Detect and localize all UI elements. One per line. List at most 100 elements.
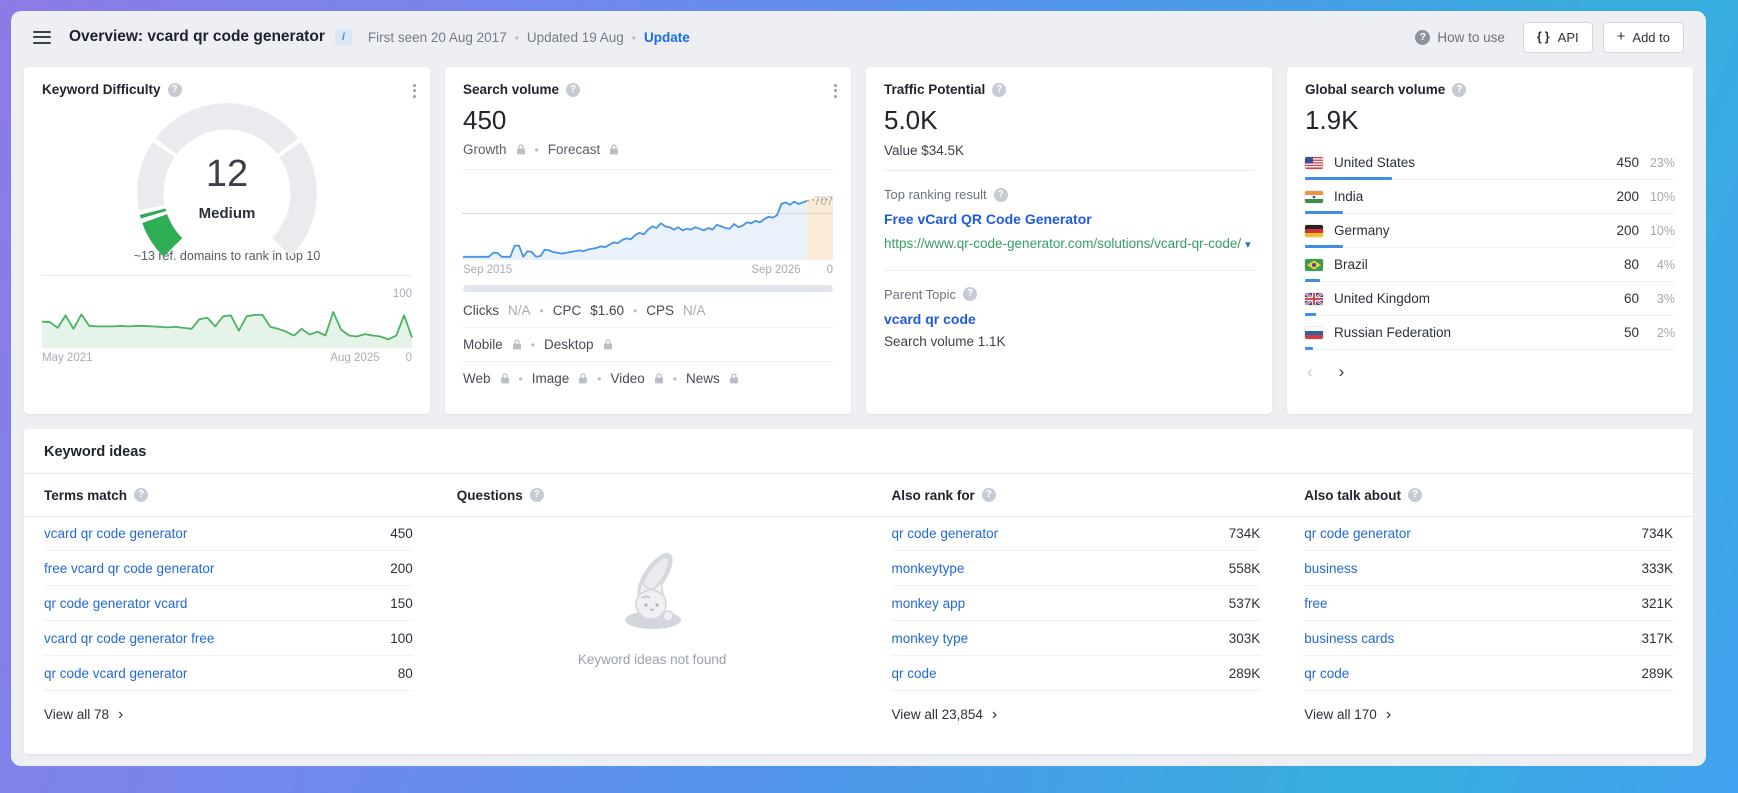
keyword-link[interactable]: monkey app <box>892 596 966 611</box>
table-row: free321K <box>1304 586 1673 621</box>
kd-history-ymax: 100 <box>393 288 412 300</box>
question-icon[interactable] <box>1408 488 1422 502</box>
question-icon[interactable] <box>134 488 148 502</box>
sv-ymax: 707 <box>814 196 833 208</box>
app-window: Overview: vcard qr code generator i Firs… <box>11 11 1706 766</box>
growth-toggle[interactable]: Growth <box>463 142 507 157</box>
empty-state-illustration <box>597 542 707 638</box>
kebab-menu-icon[interactable] <box>834 81 837 100</box>
video-toggle[interactable]: Video <box>610 371 644 386</box>
question-icon[interactable] <box>994 188 1008 202</box>
empty-state-text: Keyword ideas not found <box>578 652 727 667</box>
questions-column: Questions <box>457 474 848 722</box>
table-row: business cards317K <box>1304 621 1673 656</box>
keyword-link[interactable]: qr code generator vcard <box>44 596 187 611</box>
separator-dot <box>540 303 544 318</box>
global-volume-value: 1.9K <box>1305 105 1675 136</box>
keyword-link[interactable]: qr code <box>1304 666 1349 681</box>
caret-down-icon[interactable] <box>1241 236 1251 251</box>
country-row: United States 450 23% <box>1305 146 1675 180</box>
table-row: qr code vcard generator80 <box>44 656 413 691</box>
difficulty-value: 12 <box>137 153 317 196</box>
separator-dot <box>597 371 601 386</box>
also-talk-about-column: Also talk about qr code generator734K bu… <box>1304 474 1673 722</box>
also-rank-for-column: Also rank for qr code generator734K monk… <box>892 474 1261 722</box>
question-icon[interactable] <box>168 83 182 97</box>
desktop-toggle[interactable]: Desktop <box>544 337 594 352</box>
lock-icon <box>609 144 619 155</box>
keyword-link[interactable]: vcard qr code generator <box>44 526 187 541</box>
braces-icon: { } <box>1537 30 1551 44</box>
view-all-also-talk-about[interactable]: View all 170 <box>1304 707 1673 722</box>
view-all-terms-match[interactable]: View all 78 <box>44 707 413 722</box>
keyword-link[interactable]: monkeytype <box>892 561 965 576</box>
keyword-link[interactable]: qr code generator <box>1304 526 1411 541</box>
question-icon[interactable] <box>566 83 580 97</box>
keyword-link[interactable]: free <box>1304 596 1327 611</box>
question-icon[interactable] <box>992 83 1006 97</box>
brazil-flag-icon <box>1305 259 1323 271</box>
divider <box>884 270 1254 271</box>
keyword-link[interactable]: free vcard qr code generator <box>44 561 214 576</box>
clicks-cpc-row: Clicks N/A CPC $1.60 CPS N/A <box>463 294 833 327</box>
top-result-url[interactable]: https://www.qr-code-generator.com/soluti… <box>884 234 1254 254</box>
search-volume-chart: 707 Sep 2015 Sep 2026 0 <box>463 180 833 276</box>
questions-empty-state: Keyword ideas not found <box>457 542 848 667</box>
keyword-link[interactable]: qr code vcard generator <box>44 666 187 681</box>
keyword-link[interactable]: vcard qr code generator free <box>44 631 214 646</box>
view-all-also-rank-for[interactable]: View all 23,854 <box>892 707 1261 722</box>
keyword-link[interactable]: qr code <box>892 666 937 681</box>
plus-icon: + <box>1617 32 1626 42</box>
page-prev-button[interactable]: ‹ <box>1307 363 1313 380</box>
question-icon[interactable] <box>530 488 544 502</box>
how-to-use-link[interactable]: How to use <box>1415 30 1505 45</box>
update-link[interactable]: Update <box>644 30 690 45</box>
parent-topic-link[interactable]: vcard qr code <box>884 311 1254 327</box>
news-toggle[interactable]: News <box>686 371 720 386</box>
sv-x-end: Sep 2026 <box>751 264 800 276</box>
api-button[interactable]: { } API <box>1523 22 1593 53</box>
also-rank-for-header: Also rank for <box>892 474 1261 516</box>
global-search-volume-card: Global search volume 1.9K United States … <box>1287 67 1693 414</box>
forecast-toggle[interactable]: Forecast <box>548 142 601 157</box>
updated-text: Updated 19 Aug <box>527 30 624 45</box>
traffic-potential-card: Traffic Potential 5.0K Value $34.5K Top … <box>866 67 1272 414</box>
page-next-button[interactable]: › <box>1339 363 1345 380</box>
keyword-link[interactable]: qr code generator <box>892 526 999 541</box>
info-icon[interactable]: i <box>335 29 352 46</box>
keyword-link[interactable]: business cards <box>1304 631 1394 646</box>
us-flag-icon <box>1305 157 1323 169</box>
sv-ymin: 0 <box>827 264 833 276</box>
mobile-toggle[interactable]: Mobile <box>463 337 503 352</box>
separator-dot <box>515 30 519 45</box>
terms-match-column: Terms match vcard qr code generator450 f… <box>44 474 413 722</box>
web-toggle[interactable]: Web <box>463 371 491 386</box>
also-talk-about-header: Also talk about <box>1304 474 1673 516</box>
image-toggle[interactable]: Image <box>532 371 570 386</box>
kebab-menu-icon[interactable] <box>413 81 416 100</box>
volume-share-bar <box>1305 347 1313 350</box>
keyword-link[interactable]: business <box>1304 561 1357 576</box>
russia-flag-icon <box>1305 327 1323 339</box>
hamburger-menu-icon[interactable] <box>33 27 51 47</box>
keyword-link[interactable]: monkey type <box>892 631 969 646</box>
parent-topic-volume: Search volume 1.1K <box>884 334 1254 349</box>
chevron-right-icon <box>1386 707 1391 722</box>
question-icon[interactable] <box>982 488 996 502</box>
search-volume-title: Search volume <box>463 82 833 97</box>
kd-ymin: 0 <box>406 352 412 364</box>
table-row: vcard qr code generator free100 <box>44 621 413 656</box>
channels-row: Web Image Video News <box>463 361 833 395</box>
table-row: qr code generator vcard150 <box>44 586 413 621</box>
devices-row: Mobile Desktop <box>463 327 833 361</box>
chart-scrollbar[interactable] <box>463 285 833 292</box>
uk-flag-icon <box>1305 293 1323 305</box>
table-row: business333K <box>1304 551 1673 586</box>
question-icon[interactable] <box>1452 83 1466 97</box>
top-result-link[interactable]: Free vCard QR Code Generator <box>884 211 1254 227</box>
question-icon[interactable] <box>963 287 977 301</box>
table-row: monkey app537K <box>892 586 1261 621</box>
table-row: qr code289K <box>892 656 1261 691</box>
keyword-ideas-title: Keyword ideas <box>44 444 1673 473</box>
add-to-button[interactable]: + Add to <box>1603 22 1684 53</box>
